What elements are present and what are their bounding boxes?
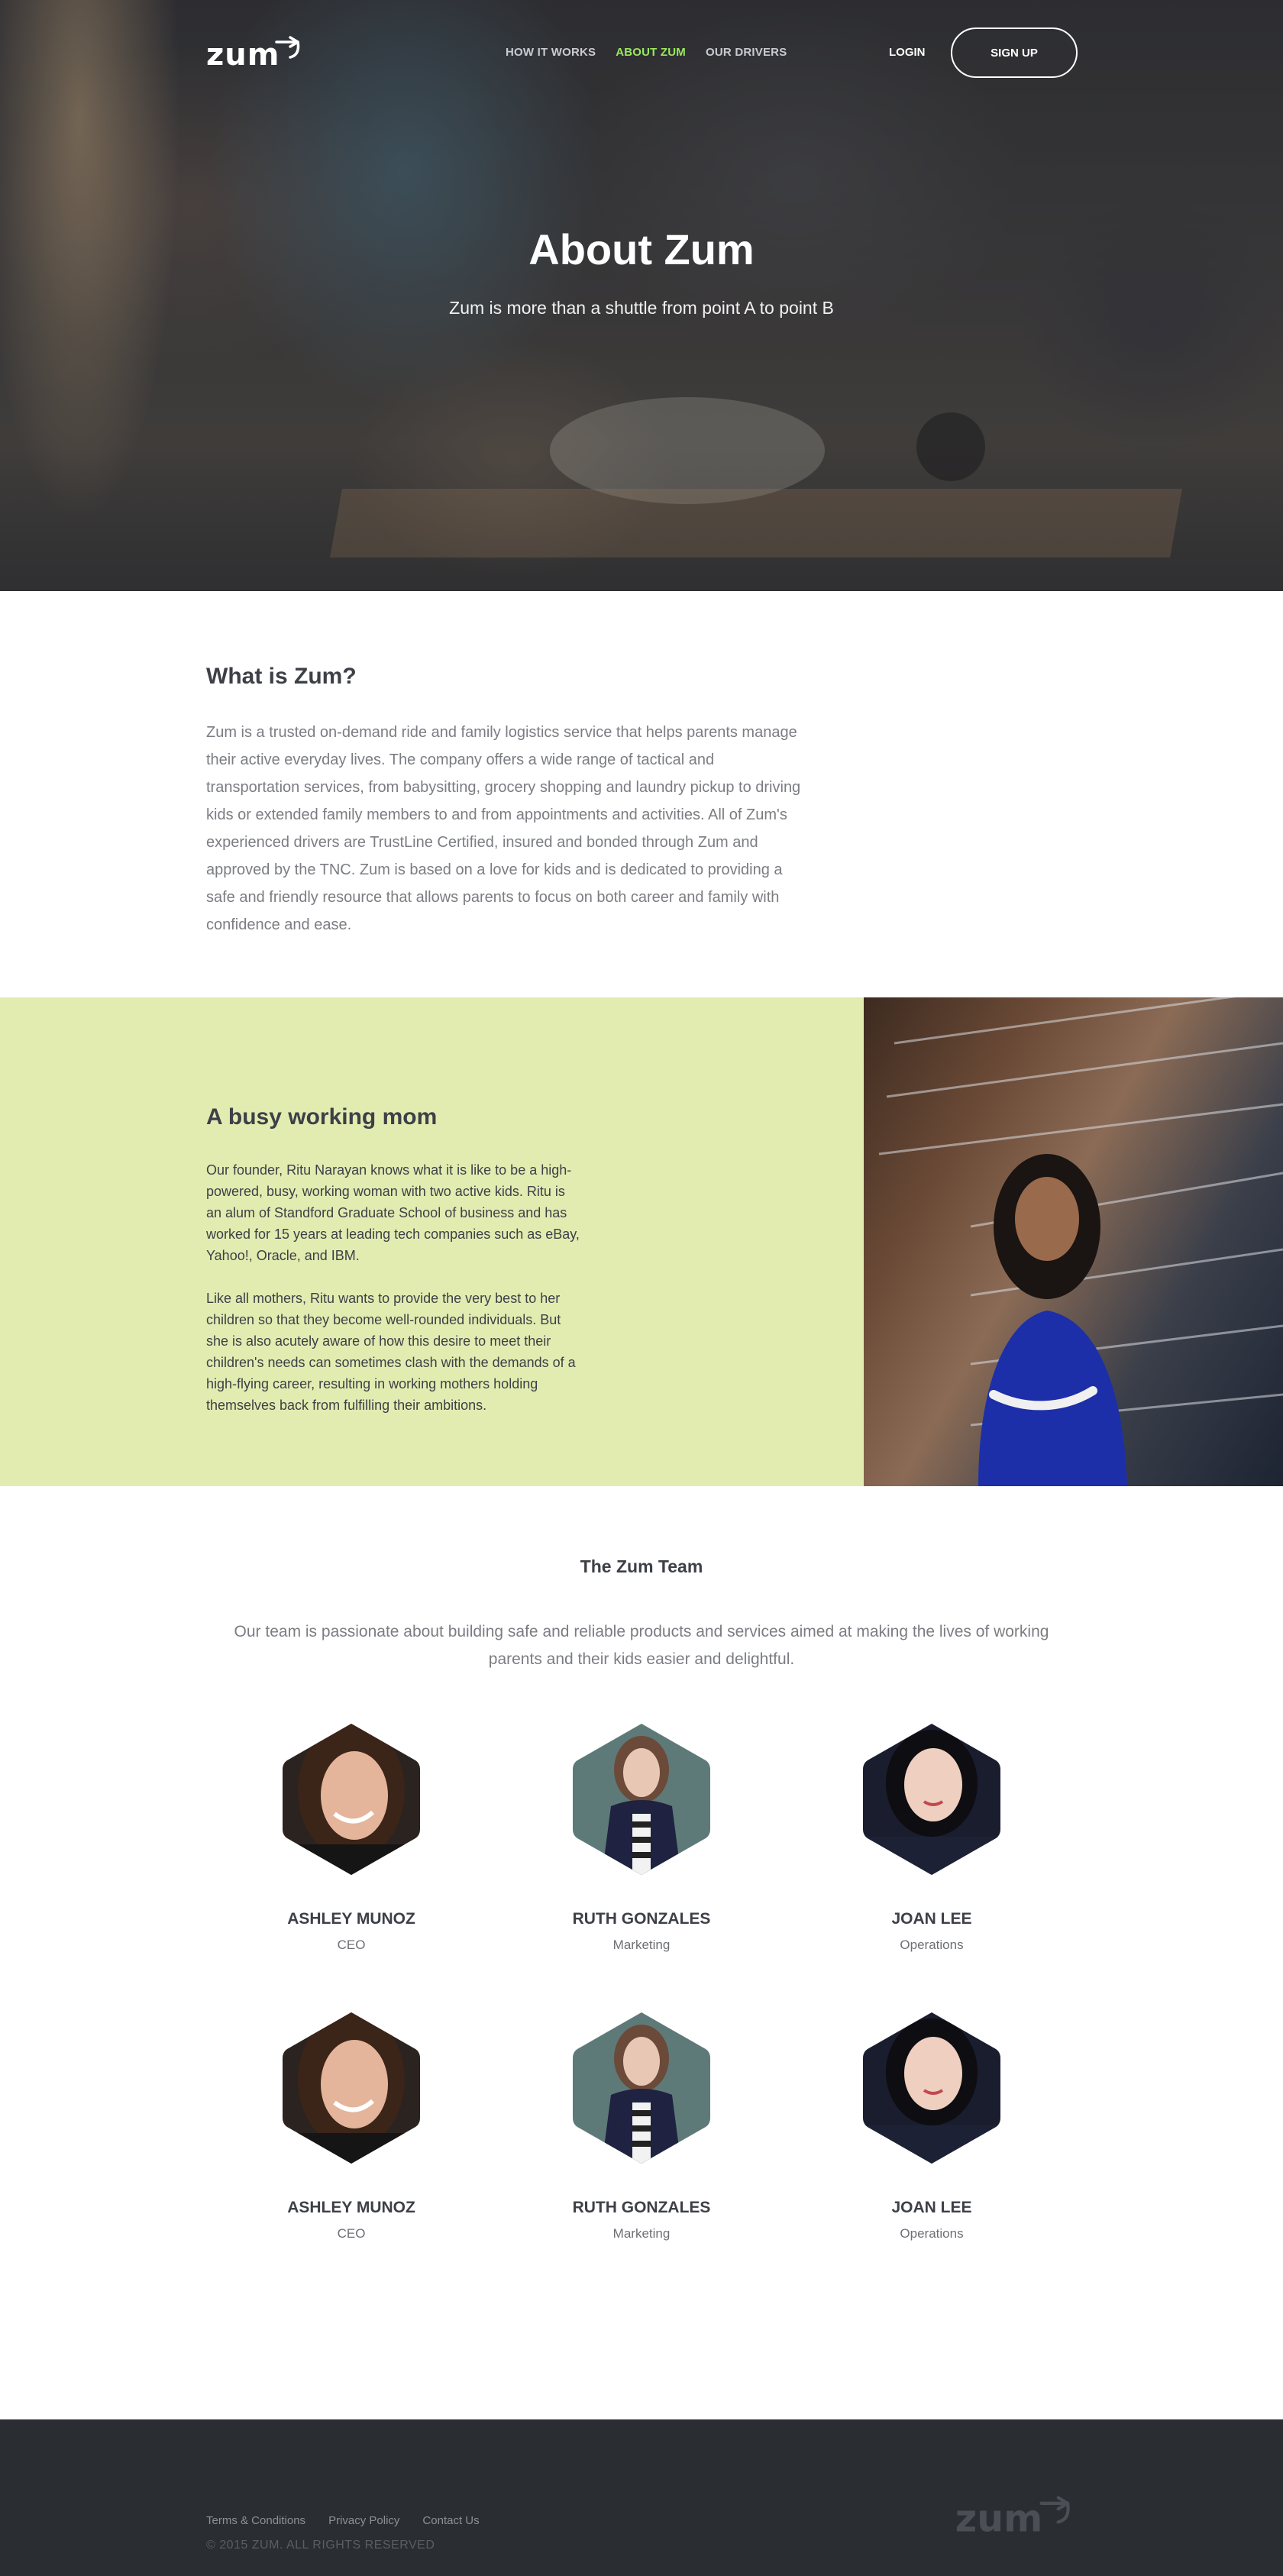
team-member-role: Operations	[900, 2226, 964, 2241]
site-footer: Terms & Conditions Privacy Policy Contac…	[0, 2419, 1283, 2576]
founder-photo-illustration	[878, 997, 1283, 1486]
team-member-role: CEO	[337, 1938, 366, 1952]
nav-about-zum[interactable]: ABOUT ZUM	[616, 46, 686, 59]
founder-section: A busy working mom Our founder, Ritu Nar…	[0, 997, 1283, 1486]
svg-text:zum: zum	[955, 2497, 1043, 2537]
footer-logo[interactable]: zum	[952, 2496, 1077, 2541]
team-member-role: Marketing	[612, 1938, 671, 1952]
team-member-card: ASHLEY MUNOZ CEO	[206, 2011, 496, 2241]
team-intro: Our team is passionate about building sa…	[234, 1623, 1049, 1668]
team-member-role: Marketing	[612, 2226, 671, 2241]
team-member-avatar	[573, 2012, 710, 2164]
team-member-avatar	[863, 1724, 1000, 1875]
team-member-avatar	[573, 1724, 710, 1875]
footer-contact-link[interactable]: Contact Us	[422, 2514, 479, 2527]
team-grid: ASHLEY MUNOZ CEO RUTH GONZALES Marketing	[206, 1722, 1077, 2241]
footer-links: Terms & Conditions Privacy Policy Contac…	[206, 2514, 480, 2527]
what-is-zum-heading: What is Zum?	[206, 664, 357, 689]
zum-logo-icon: zum	[955, 2496, 1070, 2541]
what-is-zum-section: What is Zum? Zum is a trusted on-demand …	[0, 591, 1283, 997]
team-member-card: ASHLEY MUNOZ CEO	[206, 1722, 496, 1953]
team-member-name: ASHLEY MUNOZ	[287, 1910, 415, 1928]
nav-how-it-works[interactable]: HOW IT WORKS	[506, 46, 596, 59]
zum-logo-icon: zum	[206, 36, 300, 69]
nav-links: HOW IT WORKS ABOUT ZUM OUR DRIVERS	[506, 46, 787, 59]
team-member-card: JOAN LEE Operations	[787, 1722, 1077, 1953]
nav-our-drivers[interactable]: OUR DRIVERS	[706, 46, 787, 59]
founder-photo	[864, 997, 1283, 1486]
team-section: The Zum Team Our team is passionate abou…	[0, 1486, 1283, 2419]
team-member-role: CEO	[337, 2226, 366, 2241]
team-member-avatar	[283, 2012, 420, 2164]
team-member-card: RUTH GONZALES Marketing	[496, 1722, 787, 1953]
team-member-avatar	[283, 1724, 420, 1875]
team-member-avatar	[863, 2012, 1000, 2164]
team-member-card: JOAN LEE Operations	[787, 2011, 1077, 2241]
team-member-role: Operations	[900, 1938, 964, 1952]
what-is-zum-body: Zum is a trusted on-demand ride and fami…	[206, 724, 801, 933]
login-link[interactable]: LOGIN	[889, 46, 926, 59]
hero-section: zum HOW IT WORKS ABOUT ZUM OUR DRIVERS L…	[0, 0, 1283, 591]
footer-terms-link[interactable]: Terms & Conditions	[206, 2514, 305, 2527]
top-navigation: zum HOW IT WORKS ABOUT ZUM OUR DRIVERS L…	[206, 27, 1078, 78]
team-member-name: JOAN LEE	[891, 1910, 972, 1928]
svg-text:zum: zum	[206, 37, 280, 69]
founder-paragraph: Our founder, Ritu Narayan knows what it …	[206, 1162, 580, 1263]
team-member-name: RUTH GONZALES	[572, 2199, 711, 2216]
page-title: About Zum	[528, 225, 755, 273]
team-member-name: ASHLEY MUNOZ	[287, 2199, 415, 2216]
signup-button[interactable]: SIGN UP	[951, 27, 1078, 78]
zum-logo[interactable]: zum	[206, 36, 302, 69]
team-member-card: RUTH GONZALES Marketing	[496, 2011, 787, 2241]
founder-paragraph: Like all mothers, Ritu wants to provide …	[206, 1291, 576, 1413]
hero-subtitle: Zum is more than a shuttle from point A …	[449, 298, 834, 318]
team-heading: The Zum Team	[580, 1556, 703, 1576]
team-member-name: JOAN LEE	[891, 2199, 972, 2216]
founder-text: A busy working mom Our founder, Ritu Nar…	[0, 997, 864, 1486]
team-member-name: RUTH GONZALES	[572, 1910, 711, 1928]
footer-privacy-link[interactable]: Privacy Policy	[328, 2514, 399, 2527]
founder-heading: A busy working mom	[206, 1104, 438, 1130]
copyright: © 2015 ZUM. ALL RIGHTS RESERVED	[206, 2539, 435, 2552]
